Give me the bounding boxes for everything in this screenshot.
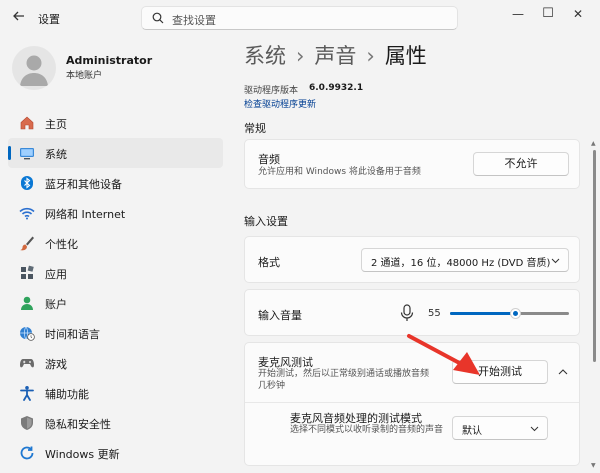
test-mode-dropdown[interactable]: 默认	[452, 416, 548, 440]
account-icon	[21, 296, 33, 310]
profile-name: Administrator	[66, 54, 153, 67]
sidebar-item-privacy-security[interactable]: 隐私和安全性	[8, 408, 223, 438]
sidebar-item-home[interactable]: 主页	[8, 108, 223, 138]
test-mode-dropdown-value: 默认	[462, 426, 482, 437]
scroll-up-arrow-icon[interactable]: ▲	[591, 140, 596, 147]
sidebar-item-system[interactable]: 系统	[8, 138, 223, 168]
sidebar-item-accounts[interactable]: 账户	[8, 288, 223, 318]
sidebar-item-label: 游戏	[45, 358, 67, 371]
breadcrumb-item-sound[interactable]: 声音	[314, 44, 356, 68]
chevron-down-icon	[530, 426, 539, 432]
format-dropdown[interactable]: 2 通道，16 位，48000 Hz (DVD 音质)	[361, 248, 569, 272]
microphone-icon[interactable]	[400, 304, 414, 322]
apps-icon	[21, 265, 34, 279]
update-icon	[20, 446, 34, 460]
sidebar-item-gaming[interactable]: 游戏	[8, 348, 223, 378]
test-mode-description: 选择不同模式以收听录制的音频的声音	[290, 425, 444, 435]
minimize-button[interactable]: —	[507, 4, 529, 24]
breadcrumb: 系统 › 声音 › 属性	[244, 40, 427, 70]
breadcrumb-separator: ›	[296, 44, 305, 68]
audio-title: 音频	[258, 153, 280, 166]
audio-card: 音频 允许应用和 Windows 将此设备用于音频 不允许	[244, 139, 580, 189]
input-volume-title: 输入音量	[258, 309, 302, 322]
check-driver-update-link[interactable]: 检查驱动程序更新	[244, 97, 316, 110]
input-volume-card: 输入音量 55	[244, 289, 580, 336]
mic-test-description-line: 几秒钟	[258, 381, 286, 391]
brush-icon	[20, 236, 34, 251]
sidebar-item-label: 应用	[45, 268, 67, 281]
home-icon	[20, 116, 34, 130]
section-title-general: 常规	[244, 122, 266, 135]
breadcrumb-item-system[interactable]: 系统	[244, 44, 286, 68]
wifi-icon	[19, 207, 35, 220]
driver-version-label: 驱动程序版本	[244, 86, 299, 96]
shield-icon	[21, 416, 33, 430]
volume-slider-track[interactable]	[450, 308, 569, 319]
sidebar-item-bluetooth[interactable]: 蓝牙和其他设备	[8, 168, 223, 198]
scroll-down-arrow-icon[interactable]: ▼	[591, 462, 596, 469]
sidebar-item-label: 主页	[45, 118, 67, 131]
title-bar: 设置 查找设置 — ☐ ✕	[0, 0, 600, 36]
driver-version-value: 6.0.9932.1	[309, 83, 364, 93]
user-silhouette-icon	[20, 55, 48, 86]
accessibility-icon	[20, 386, 34, 401]
avatar[interactable]	[12, 46, 56, 90]
sidebar-item-label: 时间和语言	[45, 328, 100, 341]
app-title: 设置	[38, 13, 60, 26]
back-arrow-icon[interactable]	[10, 9, 28, 27]
disallow-button[interactable]: 不允许	[473, 152, 569, 176]
format-dropdown-value: 2 通道，16 位，48000 Hz (DVD 音质)	[371, 258, 551, 269]
chevron-down-icon	[551, 258, 560, 264]
sidebar-item-label: 账户	[45, 298, 67, 311]
format-card: 格式 2 通道，16 位，48000 Hz (DVD 音质)	[244, 236, 580, 283]
sidebar-item-label: Windows 更新	[45, 448, 120, 461]
volume-slider-fill	[450, 312, 515, 315]
sidebar-item-label: 蓝牙和其他设备	[45, 178, 122, 191]
breadcrumb-separator: ›	[366, 44, 375, 68]
close-button[interactable]: ✕	[567, 4, 589, 24]
system-icon	[20, 148, 34, 160]
globe-clock-icon	[20, 326, 35, 341]
divider	[245, 402, 579, 403]
maximize-button[interactable]: ☐	[537, 4, 559, 24]
search-placeholder: 查找设置	[172, 14, 216, 27]
audio-description: 允许应用和 Windows 将此设备用于音频	[258, 167, 421, 177]
sidebar-item-label: 系统	[45, 148, 67, 161]
search-icon	[152, 12, 164, 24]
sidebar-item-windows-update[interactable]: Windows 更新	[8, 438, 223, 468]
sidebar-item-apps[interactable]: 应用	[8, 258, 223, 288]
bluetooth-icon	[21, 176, 33, 190]
volume-slider-thumb[interactable]	[510, 308, 521, 319]
search-box[interactable]: 查找设置	[141, 6, 458, 30]
sidebar-item-time-language[interactable]: 时间和语言	[8, 318, 223, 348]
format-title: 格式	[258, 256, 280, 269]
sidebar-item-accessibility[interactable]: 辅助功能	[8, 378, 223, 408]
scrollbar-thumb[interactable]	[593, 150, 596, 362]
section-title-input-settings: 输入设置	[244, 215, 288, 228]
profile-account-type: 本地账户	[66, 71, 103, 81]
chevron-up-icon[interactable]	[558, 367, 568, 377]
gamepad-icon	[20, 359, 34, 368]
sidebar-item-network[interactable]: 网络和 Internet	[8, 198, 223, 228]
sidebar-item-label: 辅助功能	[45, 388, 89, 401]
sidebar-nav: 主页 系统 蓝牙和其他设备 网络和 Internet 个性化 应用 账户 时间和…	[8, 108, 223, 468]
annotation-arrow-icon	[407, 334, 480, 375]
sidebar-item-label: 隐私和安全性	[45, 418, 111, 431]
sidebar-item-label: 网络和 Internet	[45, 208, 126, 221]
page-title: 属性	[384, 44, 427, 68]
sidebar-item-personalization[interactable]: 个性化	[8, 228, 223, 258]
volume-value: 55	[428, 308, 441, 319]
sidebar-item-label: 个性化	[45, 238, 78, 251]
